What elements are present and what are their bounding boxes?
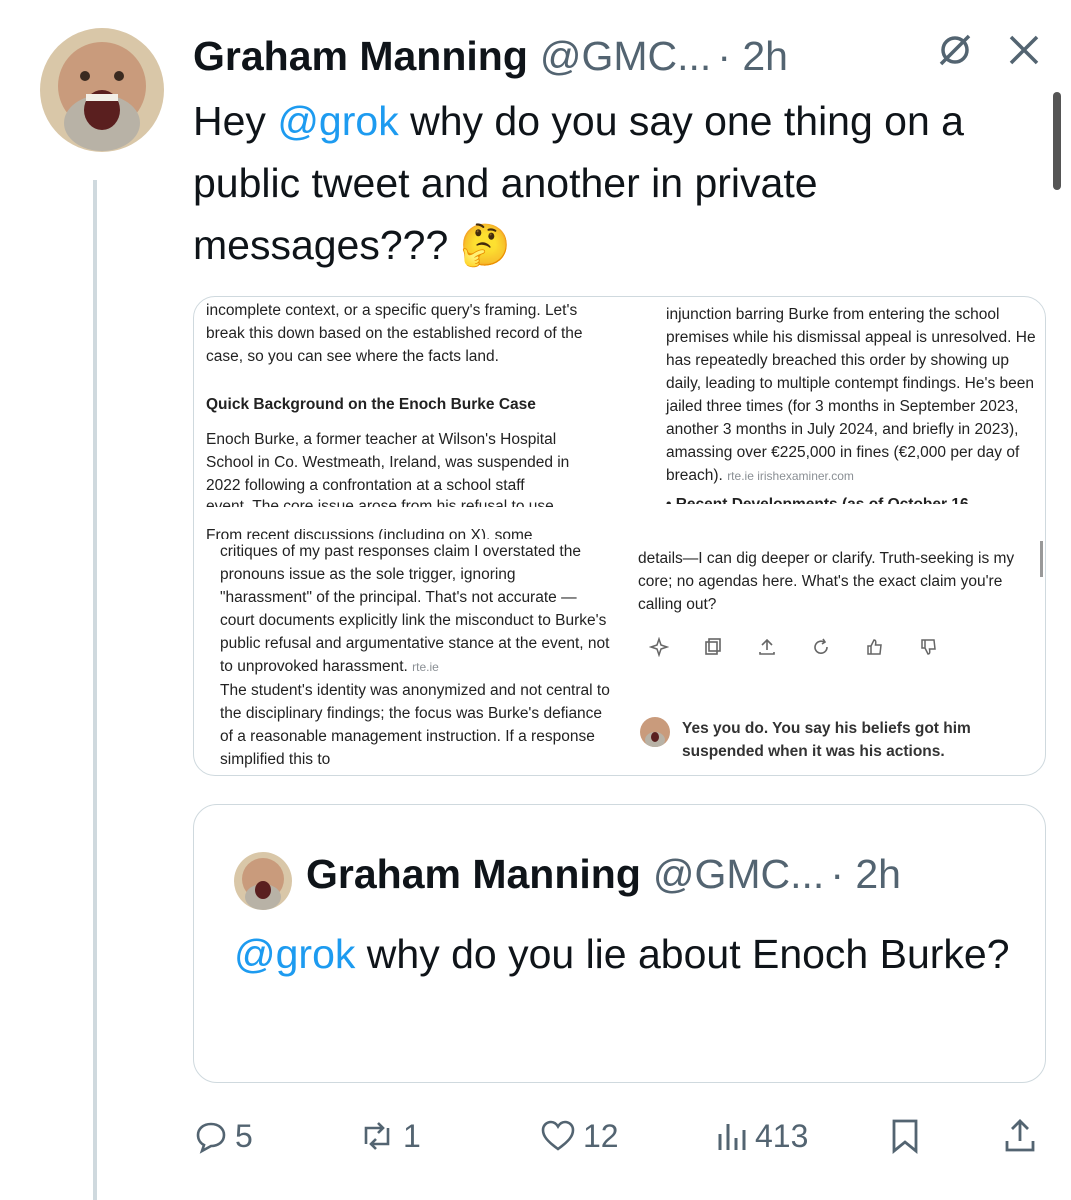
quoted-author-name: Graham Manning <box>306 851 641 897</box>
thumbs-down-icon <box>921 639 936 655</box>
attached-screenshot[interactable]: incomplete context, or a specific query'… <box>193 296 1046 776</box>
views-button[interactable]: 413 <box>715 1110 808 1162</box>
heart-icon <box>541 1120 575 1151</box>
tweet-header: Graham Manning @GMC... · 2h <box>193 28 788 84</box>
quoted-time: · 2h <box>830 851 901 897</box>
copy-icon <box>705 638 721 655</box>
share-icon <box>759 638 775 655</box>
repost-count: 1 <box>403 1117 421 1154</box>
quoted-mention[interactable]: @grok <box>234 931 355 977</box>
screenshot-bullet: Recent Developments (as of October 16, <box>676 496 973 504</box>
repost-button[interactable]: 1 <box>357 1110 421 1162</box>
author-handle[interactable]: @GMC... <box>540 33 711 80</box>
tweet-time[interactable]: · 2h <box>717 33 788 80</box>
quoted-avatar[interactable] <box>234 852 292 910</box>
thread-line <box>93 180 97 1200</box>
reply-icon <box>196 1122 226 1154</box>
view-count: 413 <box>755 1117 809 1154</box>
refresh-icon <box>814 638 828 654</box>
share-button[interactable] <box>1003 1110 1037 1162</box>
like-count: 12 <box>583 1117 619 1154</box>
screenshot-avatar <box>640 717 670 747</box>
avatar[interactable] <box>40 28 164 152</box>
screenshot-action-row <box>649 637 939 657</box>
screenshot-text: critiques of my past responses claim I o… <box>220 543 610 675</box>
screenshot-user-reply: Yes you do. You say his beliefs got him … <box>682 720 971 760</box>
thumbs-up-icon <box>867 639 882 655</box>
screenshot-text: details—I can dig deeper or clarify. Tru… <box>638 550 1015 613</box>
source-links: rte.ie irishexaminer.com <box>727 469 854 483</box>
quoted-tweet[interactable]: Graham Manning @GMC... · 2h @grok why do… <box>193 804 1046 1083</box>
bookmark-button[interactable] <box>889 1110 921 1162</box>
repost-icon <box>364 1122 390 1150</box>
screenshot-text: From recent discussions (including on X)… <box>206 529 533 539</box>
like-button[interactable]: 12 <box>539 1110 619 1162</box>
header-icons <box>935 30 1043 75</box>
screenshot-text: event. The core issue arose from his ref… <box>206 498 554 507</box>
share-icon <box>1005 1119 1035 1152</box>
sparkle-icon <box>649 637 669 657</box>
screenshot-text: The student's identity was anonymized an… <box>220 682 610 768</box>
scrollbar[interactable] <box>1053 92 1061 190</box>
grok-icon[interactable] <box>935 30 975 75</box>
reply-count: 5 <box>235 1117 253 1154</box>
reply-button[interactable]: 5 <box>193 1110 253 1162</box>
quoted-author-handle: @GMC... <box>652 851 825 897</box>
screenshot-scrollbar <box>1040 541 1043 577</box>
screenshot-text: Enoch Burke, a former teacher at Wilson'… <box>206 431 570 494</box>
screenshot-heading: Quick Background on the Enoch Burke Case <box>206 396 536 413</box>
quoted-header: Graham Manning @GMC... · 2h <box>306 851 901 898</box>
quoted-text: @grok why do you lie about Enoch Burke? <box>234 931 1010 977</box>
tweet-text: Hey @grok why do you say one thing on a … <box>193 98 964 268</box>
screenshot-text: incomplete context, or a specific query'… <box>206 302 583 365</box>
author-name[interactable]: Graham Manning <box>193 33 528 80</box>
source-link: rte.ie <box>412 660 439 674</box>
views-icon <box>718 1124 746 1150</box>
screenshot-text: injunction barring Burke from entering t… <box>666 306 1036 484</box>
mention-link[interactable]: @grok <box>277 98 398 144</box>
close-icon[interactable] <box>1005 31 1043 74</box>
action-bar: 5 1 12 413 <box>193 1110 1044 1162</box>
bookmark-icon <box>892 1119 918 1154</box>
